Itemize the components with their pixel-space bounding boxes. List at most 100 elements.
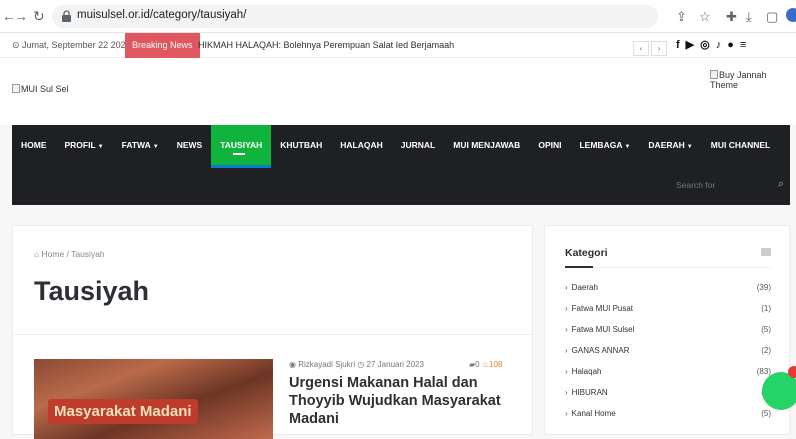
post-thumbnail[interactable]: Masyarakat Madani [34,359,273,439]
search-box[interactable]: Search for ⌕ [676,175,790,197]
post-title[interactable]: Urgensi Makanan Halal dan Thoyyib Wujudk… [289,374,519,428]
ticker-prev-icon[interactable]: ‹ [633,41,649,56]
list-item[interactable]: Kanal Home (5) [565,409,771,430]
menu-item-mui-channel[interactable]: MUI CHANNEL [702,125,780,165]
menu-item-opini[interactable]: OPINI [529,125,570,165]
bookmark-star-icon[interactable]: ☆ [699,9,711,25]
thumbnail-caption: Masyarakat Madani [48,399,198,424]
menu-item-profil[interactable]: PROFIL ▼ [56,125,113,165]
post-meta: ◉ Rizkayadi Sjukri ◷ 27 Januari 2023 [289,360,424,369]
divider [13,334,532,335]
caret-down-icon: ▼ [686,144,693,150]
broken-image-icon [12,84,20,93]
reload-icon[interactable]: ↻ [33,8,45,25]
menu-item-mui-menjawab[interactable]: MUI MENJAWAB [444,125,529,165]
menu-item-label: KHUTBAH [280,140,323,150]
widget-divider [565,267,771,268]
hamburger-menu-icon[interactable]: ≡ [740,39,752,51]
category-count: (39) [756,283,771,292]
tiktok-icon[interactable]: ♪ [716,39,728,51]
post-stats: ▰0 ♨108 [469,360,502,369]
menu-item-label: JURNAL [400,140,436,150]
profile-avatar[interactable] [786,8,796,22]
date-text: Jumat, September 22 2023 [22,40,131,50]
sidebar-categories: Kategori Daerah (39) Fatwa MUI Pusat(1)Fat… [544,225,790,435]
category-name[interactable]: Halaqah [565,367,601,376]
forward-arrow-icon[interactable]: → [14,8,28,24]
user-login-icon[interactable]: ● [727,39,740,51]
category-content: ⌂ Home / Tausiyah Tausiyah Masyarakat Ma… [12,225,533,439]
widget-title-accent [565,266,593,268]
broken-image-icon [710,70,718,79]
menu-item-home[interactable]: HOME [12,125,56,165]
search-icon[interactable]: ⌕ [778,178,784,191]
main-navigation: HOME PROFIL ▼ FATWA ▼ NEWS TAUSIYAH KHUTBAH HALA… [12,125,790,205]
post-author[interactable]: Rizkayadi Sjukri [298,360,355,369]
menu-item-news[interactable]: NEWS [168,125,212,165]
clock-icon: ◷ [357,360,367,369]
breaking-news-label: Breaking News [125,33,200,58]
lock-icon [62,10,71,22]
breadcrumb-text[interactable]: Home / Tausiyah [42,249,105,259]
facebook-icon[interactable]: f [676,39,686,51]
main-menu: HOME PROFIL ▼ FATWA ▼ NEWS TAUSIYAH KHUTBAH HALA… [12,125,780,168]
comment-count[interactable]: 0 [475,360,479,369]
menu-item-jurnal[interactable]: JURNAL [392,125,444,165]
extensions-puzzle-icon[interactable]: ✚ [726,9,737,25]
list-item[interactable]: HIBURAN(2) [565,388,771,409]
widget-title: Kategori [565,247,608,259]
menu-item-halaqah[interactable]: HALAQAH [331,125,392,165]
instagram-icon[interactable]: ◎ [700,39,716,51]
menu-item-khutbah[interactable]: KHUTBAH [271,125,331,165]
category-count: (5) [761,409,771,418]
menu-item-label: TAUSIYAH [220,140,263,150]
social-links: f▶◎♪●≡ [676,38,752,51]
url-text: muisulsel.or.id/category/tausiyah/ [77,9,247,21]
category-name[interactable]: Fatwa MUI Sulsel [565,325,634,334]
menu-item-label: HALAQAH [340,140,383,150]
share-icon[interactable]: ⇪ [676,9,687,25]
header-ad-banner[interactable]: Buy Jannah Theme [710,70,796,90]
list-item[interactable]: Daerah (39) [565,283,771,304]
home-icon: ⌂ [34,249,42,259]
list-item[interactable]: Fatwa MUI Pusat (1) [565,304,771,325]
youtube-icon[interactable]: ▶ [686,39,700,51]
category-name[interactable]: Fatwa MUI Pusat [565,304,633,313]
whatsapp-icon[interactable] [762,372,796,410]
search-input[interactable]: Search for [676,180,715,190]
ticker-next-icon[interactable]: › [651,41,667,56]
category-list: Daerah (39) Fatwa MUI Pusat (1) Fatwa MUI Su… [565,283,771,430]
ad-alt-text: Buy Jannah Theme [710,70,767,90]
download-icon[interactable]: ⤓ [746,9,752,25]
logo-alt-text: MUI Sul Sel [21,84,69,94]
post-date: 27 Januari 2023 [366,360,424,369]
view-count: 108 [489,360,503,369]
site-header: MUI Sul Sel Buy Jannah Theme [0,58,796,125]
notification-badge [788,366,796,378]
menu-item-label: NEWS [176,140,203,150]
menu-item-label: LEMBAGA [579,140,623,150]
fire-icon: ♨ [481,360,490,369]
menu-item-label: MUI MENJAWAB [453,140,521,150]
category-name[interactable]: GANAS ANNAR [565,346,629,355]
browser-toolbar: ← → ↻ muisulsel.or.id/category/tausiyah/… [0,0,796,33]
menu-item-fatwa[interactable]: FATWA ▼ [113,125,168,165]
top-bar: ⊙ Jumat, September 22 2023 Breaking News… [0,33,796,58]
caret-down-icon: ▼ [152,144,159,150]
site-logo[interactable]: MUI Sul Sel [12,84,69,94]
folder-icon [761,248,771,256]
menu-item-lembaga[interactable]: LEMBAGA ▼ [570,125,639,165]
list-item[interactable]: Halaqah(83) [565,367,771,388]
list-item[interactable]: Fatwa MUI Sulsel (5) [565,325,771,346]
address-bar[interactable]: muisulsel.or.id/category/tausiyah/ [52,5,658,28]
menu-item-label: HOME [21,140,47,150]
breaking-news-ticker[interactable]: HIKMAH HALAQAH: Bolehnya Perempuan Salat… [198,40,454,50]
menu-item-tausiyah[interactable]: TAUSIYAH [211,125,272,168]
caret-down-icon: ▼ [624,144,631,150]
menu-item-daerah[interactable]: DAERAH ▼ [639,125,701,165]
side-panel-icon[interactable]: ▢ [766,9,778,25]
list-item[interactable]: GANAS ANNAR (2) [565,346,771,367]
category-name[interactable]: Daerah [565,283,598,292]
category-name[interactable]: Kanal Home [565,409,616,418]
category-name[interactable]: HIBURAN [565,388,608,397]
